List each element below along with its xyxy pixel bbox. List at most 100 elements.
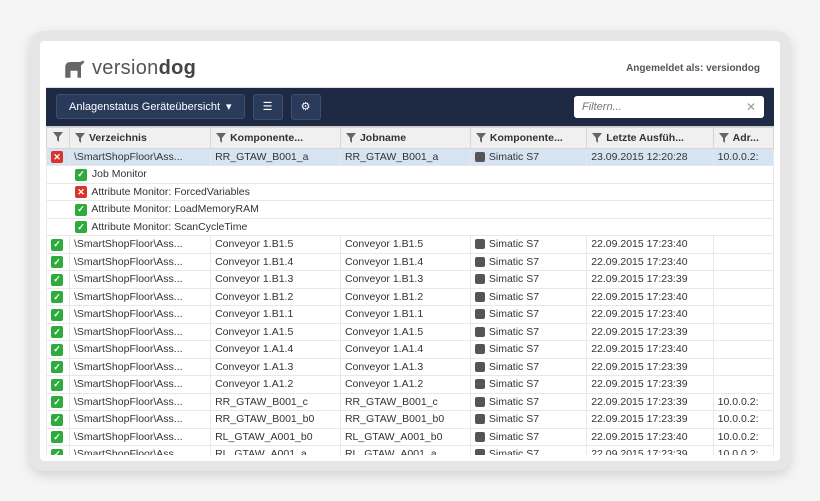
cell-komponente1: RR_GTAW_B001_c (211, 393, 341, 411)
cell-komponente1: RL_GTAW_A001_b0 (211, 428, 341, 446)
cell-komponente2: Simatic S7 (470, 253, 586, 271)
cell-komponente2: Simatic S7 (470, 393, 586, 411)
plc-icon (475, 432, 485, 442)
cell-verzeichnis: \SmartShopFloor\Ass... (70, 306, 211, 324)
cell-komponente1: Conveyor 1.B1.5 (211, 236, 341, 254)
detail-row[interactable]: ✓ Attribute Monitor: LoadMemoryRAM (47, 201, 774, 219)
settings-button[interactable]: ⚙ (291, 94, 321, 120)
status-ok-icon: ✓ (51, 309, 63, 321)
table-row[interactable]: ✓\SmartShopFloor\Ass...RR_GTAW_B001_b0RR… (47, 411, 774, 429)
status-cell: ✓ (47, 411, 70, 429)
cell-komponente1: Conveyor 1.A1.3 (211, 358, 341, 376)
menu-button[interactable]: ☰ (253, 94, 283, 120)
cell-komponente2: Simatic S7 (470, 446, 586, 455)
login-user: versiondog (706, 63, 760, 74)
column-label: Komponente... (230, 132, 303, 144)
table-row[interactable]: ✓\SmartShopFloor\Ass...Conveyor 1.A1.5Co… (47, 323, 774, 341)
filter-icon[interactable] (718, 132, 730, 144)
cell-adr (713, 271, 773, 289)
plc-icon (475, 449, 485, 454)
status-error-icon: ✕ (75, 186, 87, 198)
plc-icon (475, 292, 485, 302)
cell-komponente1: RL_GTAW_A001_a (211, 446, 341, 455)
table-container[interactable]: Verzeichnis Komponente... Jobname Komponent… (46, 126, 774, 455)
detail-cell: ✓ Job Monitor (47, 166, 774, 184)
status-cell: ✓ (47, 428, 70, 446)
plc-icon (475, 239, 485, 249)
status-error-icon: ✕ (51, 151, 63, 163)
status-cell: ✓ (47, 288, 70, 306)
filter-box[interactable]: ✕ (574, 96, 764, 118)
status-cell: ✓ (47, 271, 70, 289)
cell-letzte: 22.09.2015 17:23:39 (587, 393, 713, 411)
cell-adr: 10.0.0.2: (713, 148, 773, 166)
view-dropdown-label: Anlagenstatus Geräteübersicht (69, 101, 220, 113)
filter-icon[interactable] (74, 132, 86, 144)
filter-icon[interactable] (591, 132, 603, 144)
column-label: Jobname (360, 132, 406, 144)
table-row[interactable]: ✓\SmartShopFloor\Ass...Conveyor 1.B1.3Co… (47, 271, 774, 289)
cell-adr: 10.0.0.2: (713, 446, 773, 455)
cell-letzte: 23.09.2015 12:20:28 (587, 148, 713, 166)
cell-verzeichnis: \SmartShopFloor\Ass... (70, 288, 211, 306)
detail-row[interactable]: ✓ Attribute Monitor: ScanCycleTime (47, 218, 774, 236)
toolbar: Anlagenstatus Geräteübersicht ▾ ☰ ⚙ ✕ (46, 88, 774, 126)
clear-filter-icon[interactable]: ✕ (746, 100, 756, 114)
column-label: Komponente... (490, 132, 563, 144)
cell-komponente1: Conveyor 1.B1.2 (211, 288, 341, 306)
column-header-komponente1[interactable]: Komponente... (211, 127, 341, 148)
cell-letzte: 22.09.2015 17:23:39 (587, 271, 713, 289)
column-header-letzte[interactable]: Letzte Ausfüh... (587, 127, 713, 148)
column-header-check[interactable] (47, 127, 70, 148)
cell-letzte: 22.09.2015 17:23:40 (587, 306, 713, 324)
header: versiondog Angemeldet als: versiondog (46, 47, 774, 88)
filter-icon[interactable] (215, 132, 227, 144)
logo-text-bold: dog (159, 57, 197, 79)
table-row[interactable]: ✓\SmartShopFloor\Ass...RR_GTAW_B001_cRR_… (47, 393, 774, 411)
column-header-jobname[interactable]: Jobname (340, 127, 470, 148)
status-ok-icon: ✓ (75, 221, 87, 233)
filter-icon[interactable] (345, 132, 357, 144)
plc-icon (475, 274, 485, 284)
cell-komponente2: Simatic S7 (470, 411, 586, 429)
cell-letzte: 22.09.2015 17:23:39 (587, 411, 713, 429)
table-row[interactable]: ✓\SmartShopFloor\Ass...Conveyor 1.B1.5Co… (47, 236, 774, 254)
table-row[interactable]: ✓\SmartShopFloor\Ass...Conveyor 1.A1.2Co… (47, 376, 774, 394)
status-cell: ✓ (47, 236, 70, 254)
column-header-komponente2[interactable]: Komponente... (470, 127, 586, 148)
status-cell: ✓ (47, 306, 70, 324)
plc-icon (475, 379, 485, 389)
detail-row[interactable]: ✓ Job Monitor (47, 166, 774, 184)
status-ok-icon: ✓ (51, 396, 63, 408)
table-row[interactable]: ✓\SmartShopFloor\Ass...Conveyor 1.B1.4Co… (47, 253, 774, 271)
table-row[interactable]: ✓\SmartShopFloor\Ass...Conveyor 1.A1.3Co… (47, 358, 774, 376)
plc-icon (475, 344, 485, 354)
view-dropdown[interactable]: Anlagenstatus Geräteübersicht ▾ (56, 94, 245, 119)
plc-icon (475, 257, 485, 267)
cell-jobname: Conveyor 1.A1.2 (340, 376, 470, 394)
cell-verzeichnis: \SmartShopFloor\Ass... (70, 236, 211, 254)
filter-icon[interactable] (52, 131, 64, 143)
column-header-verzeichnis[interactable]: Verzeichnis (70, 127, 211, 148)
table-row[interactable]: ✓\SmartShopFloor\Ass...Conveyor 1.B1.1Co… (47, 306, 774, 324)
column-header-adr[interactable]: Adr... (713, 127, 773, 148)
filter-icon[interactable] (475, 132, 487, 144)
table-body: ✕\SmartShopFloor\Ass...RR_GTAW_B001_aRR_… (47, 148, 774, 455)
cell-komponente2: Simatic S7 (470, 288, 586, 306)
cell-letzte: 22.09.2015 17:23:39 (587, 323, 713, 341)
dog-icon (60, 55, 88, 83)
table-header: Verzeichnis Komponente... Jobname Komponent… (47, 127, 774, 148)
table-row[interactable]: ✓\SmartShopFloor\Ass...RL_GTAW_A001_aRL_… (47, 446, 774, 455)
device-table: Verzeichnis Komponente... Jobname Komponent… (46, 127, 774, 455)
status-ok-icon: ✓ (51, 344, 63, 356)
cell-komponente1: Conveyor 1.B1.1 (211, 306, 341, 324)
table-row[interactable]: ✓\SmartShopFloor\Ass...Conveyor 1.A1.4Co… (47, 341, 774, 359)
cell-adr (713, 341, 773, 359)
status-ok-icon: ✓ (51, 256, 63, 268)
cell-letzte: 22.09.2015 17:23:40 (587, 253, 713, 271)
table-row[interactable]: ✓\SmartShopFloor\Ass...RL_GTAW_A001_b0RL… (47, 428, 774, 446)
filter-input[interactable] (582, 101, 746, 113)
detail-row[interactable]: ✕ Attribute Monitor: ForcedVariables (47, 183, 774, 201)
table-row[interactable]: ✓\SmartShopFloor\Ass...Conveyor 1.B1.2Co… (47, 288, 774, 306)
table-row[interactable]: ✕\SmartShopFloor\Ass...RR_GTAW_B001_aRR_… (47, 148, 774, 166)
